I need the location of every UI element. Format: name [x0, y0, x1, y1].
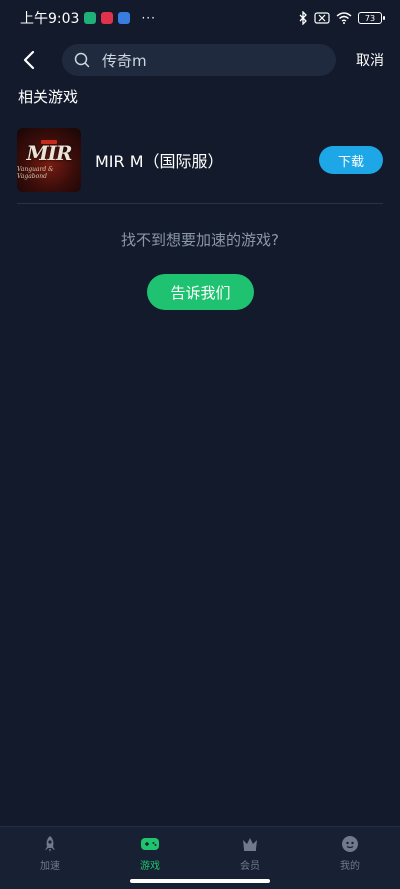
gamepad-icon: [140, 835, 160, 853]
notification-app-icon: [84, 12, 97, 24]
tell-us-button[interactable]: 告诉我们: [147, 274, 254, 310]
wifi-icon: [336, 12, 352, 24]
rocket-icon: [40, 835, 60, 853]
game-list-item[interactable]: MIR Vanguard & Vagabond MIR M（国际服） 下载: [17, 128, 383, 192]
battery-level: 73: [364, 13, 376, 23]
download-button[interactable]: 下载: [319, 146, 383, 174]
search-input[interactable]: [102, 51, 302, 69]
game-logo-subtitle: Vanguard & Vagabond: [17, 165, 54, 180]
status-bar: 上午9:03 ··· 73: [0, 0, 400, 36]
search-box[interactable]: [62, 44, 336, 76]
divider: [17, 203, 383, 204]
nav-label: 会员: [240, 861, 260, 872]
search-icon: [74, 52, 90, 68]
game-name: MIR M（国际服）: [95, 152, 224, 171]
nav-label: 游戏: [140, 861, 160, 872]
sim-off-icon: [314, 12, 330, 24]
top-bar: 取消: [0, 44, 400, 76]
game-logo-text: MIR: [26, 140, 72, 165]
bluetooth-icon: [299, 11, 307, 25]
crown-icon: [240, 835, 260, 853]
back-button[interactable]: [18, 48, 40, 72]
more-notifications-icon: ···: [141, 11, 156, 25]
game-icon[interactable]: MIR Vanguard & Vagabond: [17, 128, 81, 192]
nav-item-boost[interactable]: 加速: [0, 827, 100, 889]
status-left: 上午9:03 ···: [20, 8, 156, 28]
cancel-button[interactable]: 取消: [356, 50, 384, 70]
logo-ornament: [41, 140, 57, 144]
notification-app-icon: [101, 12, 114, 24]
nav-label: 我的: [340, 861, 360, 872]
section-title: 相关游戏: [18, 88, 79, 106]
profile-icon: [340, 835, 360, 853]
battery-icon: 73: [358, 12, 385, 24]
not-found-hint: 找不到想要加速的游戏?: [121, 231, 279, 249]
nav-item-profile[interactable]: 我的: [300, 827, 400, 889]
notification-app-icon: [118, 12, 131, 24]
back-arrow-icon: [23, 50, 35, 70]
home-indicator[interactable]: [130, 879, 270, 883]
status-time: 上午9:03: [20, 11, 80, 27]
status-right: 73: [298, 11, 385, 25]
nav-label: 加速: [40, 861, 60, 872]
